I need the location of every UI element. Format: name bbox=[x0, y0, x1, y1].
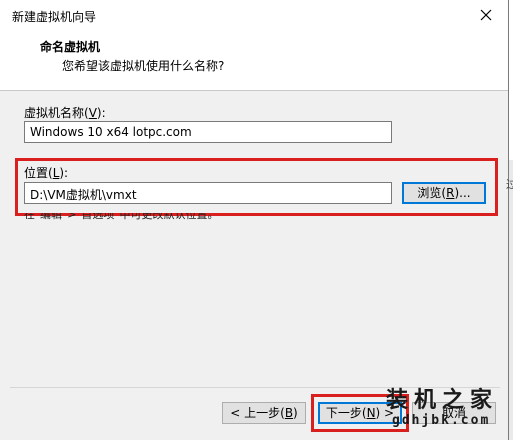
back-accel: B bbox=[284, 406, 294, 420]
close-button[interactable] bbox=[464, 0, 508, 30]
back-label: < 上一步( bbox=[230, 406, 285, 420]
new-vm-wizard-dialog: 新建虚拟机向导 命名虚拟机 您希望该虚拟机使用什么名称? 虚拟机名称(V): W… bbox=[0, 0, 509, 440]
page-title: 命名虚拟机 bbox=[40, 40, 101, 54]
next-label: 下一步( bbox=[325, 406, 367, 420]
title-bar: 新建虚拟机向导 bbox=[0, 0, 508, 30]
close-icon bbox=[480, 9, 492, 21]
watermark-title: 装机之家 bbox=[386, 388, 499, 413]
vm-name-label-accel: V bbox=[88, 106, 97, 120]
vm-name-label: 虚拟机名称(V): bbox=[24, 104, 106, 121]
window-title: 新建虚拟机向导 bbox=[12, 10, 97, 24]
location-input[interactable]: D:\VM虚拟机\vmxt bbox=[24, 182, 392, 204]
browse-suffix: )... bbox=[454, 186, 471, 200]
browse-button[interactable]: 浏览(R)... bbox=[402, 182, 486, 204]
page-subtitle: 您希望该虚拟机使用什么名称? bbox=[62, 59, 225, 73]
back-button[interactable]: < 上一步(B) bbox=[222, 402, 306, 424]
wizard-header: 命名虚拟机 您希望该虚拟机使用什么名称? bbox=[0, 30, 508, 91]
background-window-text: 过 bbox=[506, 178, 513, 191]
location-label: 位置(L): bbox=[24, 164, 68, 181]
vm-name-input[interactable]: Windows 10 x64 lotpc.com bbox=[24, 121, 392, 143]
location-label-text: 位置( bbox=[24, 166, 53, 180]
background-window-edge bbox=[509, 0, 513, 440]
browse-label: 浏览( bbox=[417, 186, 447, 200]
next-accel: N bbox=[366, 406, 376, 420]
vm-name-label-suffix: ): bbox=[96, 106, 106, 120]
watermark: 装机之家 gdhjbk.com bbox=[386, 382, 506, 438]
default-location-hint: 在"编辑">"首选项"中可更改默认位置。 bbox=[24, 213, 219, 221]
vm-name-label-text: 虚拟机名称( bbox=[24, 106, 89, 120]
location-label-suffix: ): bbox=[59, 166, 69, 180]
watermark-url: gdhjbk.com bbox=[392, 413, 491, 428]
back-suffix: ) bbox=[293, 406, 298, 420]
